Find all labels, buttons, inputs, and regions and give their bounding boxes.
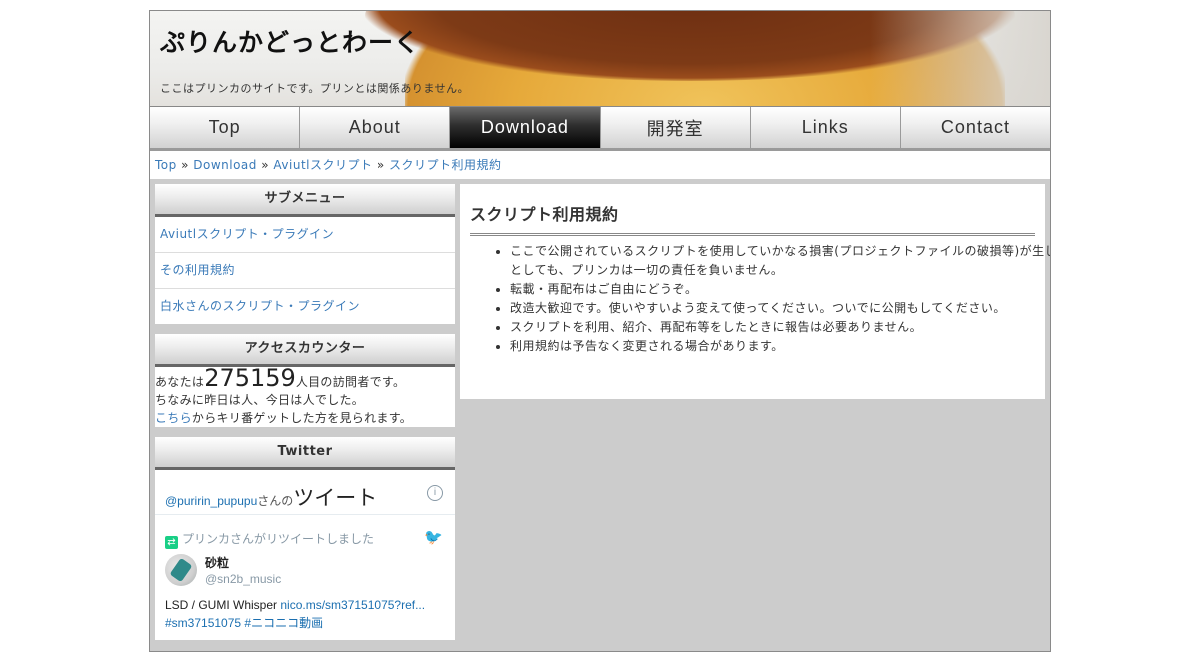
counter-yesterday-today: ちなみに昨日は人、今日は人でした。 (155, 393, 365, 407)
submenu-item-terms[interactable]: その利用規約 (155, 253, 455, 289)
submenu-item-shiromizu-scripts[interactable]: 白水さんのスクリプト・プラグイン (155, 289, 455, 324)
list-item: 転載・再配布はご自由にどうぞ。 (510, 280, 1050, 299)
tweet-user-id[interactable]: @sn2b_music (205, 572, 281, 586)
access-counter-title: アクセスカウンター (155, 334, 455, 367)
breadcrumb-aviutl-scripts[interactable]: Aviutlスクリプト (273, 158, 372, 172)
nav-contact[interactable]: Contact (900, 107, 1050, 148)
tweet-text: LSD / GUMI Whisper nico.ms/sm37151075?re… (165, 596, 445, 632)
site-title[interactable]: ぷりんかどっとわーく (160, 23, 420, 59)
twitter-san-label: さんの (257, 494, 294, 508)
nav-links[interactable]: Links (750, 107, 901, 148)
kiriban-text: からキリ番ゲットした方を見られます。 (191, 411, 413, 425)
visitor-count: 275159 (204, 364, 296, 392)
kiriban-link[interactable]: こちら (155, 411, 192, 425)
header-plate-image (870, 11, 1050, 106)
tweet-link[interactable]: nico.ms/sm37151075?ref... (280, 598, 425, 612)
access-counter-widget: アクセスカウンター あなたは275159人目の訪問者です。 ちなみに昨日は人、今… (155, 334, 455, 427)
nav-about[interactable]: About (300, 107, 451, 148)
twitter-timeline-header: @puririn_pupupuさんのツイート i (155, 470, 455, 515)
breadcrumb-separator: » (261, 158, 270, 172)
terms-list: ここで公開されているスクリプトを使用していかなる損害(プロジェクトファイルの破損… (470, 242, 1050, 356)
twitter-widget: Twitter @puririn_pupupuさんのツイート i ⇄ プリンカさん… (155, 437, 455, 640)
access-counter-body: あなたは275159人目の訪問者です。 ちなみに昨日は人、今日は人でした。 こち… (155, 364, 455, 427)
info-icon[interactable]: i (427, 485, 443, 501)
breadcrumb-current[interactable]: スクリプト利用規約 (389, 158, 502, 172)
breadcrumb-separator: » (376, 158, 385, 172)
nav-download[interactable]: Download (450, 107, 601, 148)
nav-dev-room[interactable]: 開発室 (600, 107, 751, 148)
breadcrumb-download[interactable]: Download (193, 158, 257, 172)
breadcrumb-separator: » (181, 158, 189, 172)
main-content: スクリプト利用規約 ここで公開されているスクリプトを使用していかなる損害(プロジ… (460, 184, 1050, 399)
page-title: スクリプト利用規約 (470, 201, 1035, 236)
avatar[interactable] (165, 554, 197, 586)
submenu-title: サブメニュー (155, 184, 455, 217)
page-wrapper: ぷりんかどっとわーく ここはプリンカのサイトです。プリンとは関係ありません。 T… (149, 10, 1051, 652)
list-item: 改造大歓迎です。使いやすいよう変えて使ってください。ついでに公開もしてください。 (510, 299, 1050, 318)
breadcrumb-top[interactable]: Top (155, 158, 177, 172)
submenu-item-aviutl-scripts[interactable]: Aviutlスクリプト・プラグイン (155, 217, 455, 253)
retweet-icon: ⇄ (165, 536, 178, 549)
twitter-bird-icon[interactable]: 🐦 (424, 528, 443, 546)
counter-prefix: あなたは (155, 375, 205, 389)
tweet-user-name[interactable]: 砂粒 (205, 554, 229, 571)
site-description: ここはプリンカのサイトです。プリンとは関係ありません。 (160, 82, 470, 95)
global-nav: Top About Download 開発室 Links Contact (150, 106, 1050, 151)
sidebar: サブメニュー Aviutlスクリプト・プラグイン その利用規約 白水さんのスクリ… (155, 184, 455, 650)
breadcrumb: Top » Download » Aviutlスクリプト » スクリプト利用規約 (150, 151, 1050, 184)
list-item: スクリプトを利用、紹介、再配布等をしたときに報告は必要ありません。 (510, 318, 1050, 337)
counter-suffix: 人目の訪問者です。 (295, 375, 406, 389)
twitter-title: Twitter (155, 437, 455, 470)
list-item: 利用規約は予告なく変更される場合があります。 (510, 337, 1050, 356)
tweet-body: LSD / GUMI Whisper (165, 598, 281, 612)
twitter-tweets-label: ツイート (293, 487, 378, 510)
site-header: ぷりんかどっとわーく ここはプリンカのサイトです。プリンとは関係ありません。 (150, 11, 1050, 106)
tweet-hashtags[interactable]: #sm37151075 #ニコニコ動画 (165, 616, 323, 630)
nav-top[interactable]: Top (150, 107, 301, 148)
twitter-handle-link[interactable]: @puririn_pupupu (165, 494, 257, 508)
retweet-indicator: ⇄ プリンカさんがリツイートしました (165, 530, 374, 549)
submenu-widget: サブメニュー Aviutlスクリプト・プラグイン その利用規約 白水さんのスクリ… (155, 184, 455, 324)
list-item: ここで公開されているスクリプトを使用していかなる損害(プロジェクトファイルの破損… (510, 242, 1050, 280)
retweet-text: プリンカさんがリツイートしました (182, 532, 375, 546)
twitter-timeline: @puririn_pupupuさんのツイート i ⇄ プリンカさんがリツイートしま… (155, 470, 455, 640)
